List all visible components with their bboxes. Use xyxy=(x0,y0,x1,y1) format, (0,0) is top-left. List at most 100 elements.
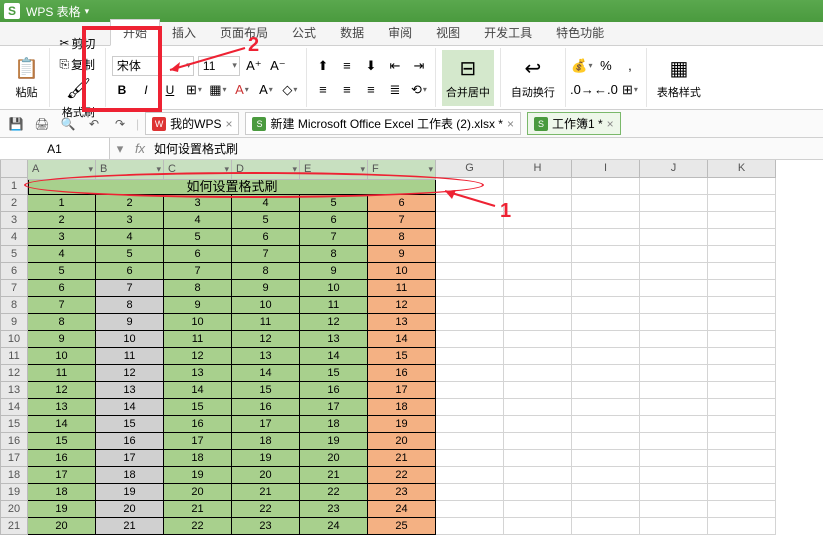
cell[interactable]: 12 xyxy=(232,331,300,348)
cell[interactable] xyxy=(708,229,776,246)
justify-button[interactable]: ≣ xyxy=(385,80,405,100)
cell[interactable] xyxy=(572,331,640,348)
cell[interactable]: 13 xyxy=(28,399,96,416)
cell[interactable] xyxy=(640,263,708,280)
document-tab-0[interactable]: W我的WPS× xyxy=(145,112,239,135)
cell[interactable] xyxy=(708,331,776,348)
cell[interactable]: 12 xyxy=(28,382,96,399)
cell[interactable]: 13 xyxy=(232,348,300,365)
cell[interactable]: 19 xyxy=(232,450,300,467)
cell[interactable]: 21 xyxy=(300,467,368,484)
cell[interactable] xyxy=(640,399,708,416)
font-color-button[interactable]: A xyxy=(232,80,252,100)
cell[interactable]: 22 xyxy=(300,484,368,501)
redo-button[interactable]: ↷ xyxy=(110,114,130,134)
row-header[interactable]: 4 xyxy=(0,229,28,246)
cell[interactable]: 6 xyxy=(368,195,436,212)
cell[interactable]: 13 xyxy=(96,382,164,399)
cell[interactable] xyxy=(572,467,640,484)
cell[interactable]: 18 xyxy=(232,433,300,450)
tab-0[interactable]: 开始 xyxy=(110,19,160,46)
cell[interactable] xyxy=(436,195,504,212)
cell[interactable] xyxy=(572,280,640,297)
cell[interactable]: 12 xyxy=(96,365,164,382)
cell[interactable]: 11 xyxy=(28,365,96,382)
cell[interactable]: 9 xyxy=(28,331,96,348)
cell[interactable]: 3 xyxy=(164,195,232,212)
cell[interactable]: 10 xyxy=(368,263,436,280)
cell[interactable] xyxy=(640,467,708,484)
cell[interactable]: 16 xyxy=(232,399,300,416)
cell[interactable]: 19 xyxy=(96,484,164,501)
close-icon[interactable]: × xyxy=(225,117,232,131)
cell[interactable]: 7 xyxy=(96,280,164,297)
underline-button[interactable]: U xyxy=(160,80,180,100)
cell[interactable]: 18 xyxy=(300,416,368,433)
cell[interactable]: 6 xyxy=(164,246,232,263)
tab-7[interactable]: 开发工具 xyxy=(472,20,544,45)
cell[interactable] xyxy=(436,416,504,433)
cell[interactable]: 15 xyxy=(96,416,164,433)
cell[interactable]: 8 xyxy=(28,314,96,331)
cell[interactable]: 11 xyxy=(232,314,300,331)
cell[interactable]: 15 xyxy=(232,382,300,399)
cell[interactable]: 9 xyxy=(232,280,300,297)
cell[interactable]: 23 xyxy=(300,501,368,518)
cell[interactable]: 10 xyxy=(96,331,164,348)
cell[interactable] xyxy=(572,178,640,195)
cell[interactable]: 25 xyxy=(368,518,436,535)
cell[interactable]: 18 xyxy=(368,399,436,416)
cell[interactable] xyxy=(640,297,708,314)
currency-button[interactable]: 💰 xyxy=(572,56,592,76)
orientation-button[interactable]: ⟲ xyxy=(409,80,429,100)
cell[interactable] xyxy=(504,331,572,348)
cell[interactable]: 9 xyxy=(164,297,232,314)
column-header[interactable]: J xyxy=(640,160,708,178)
increase-decimal-button[interactable]: .0→ xyxy=(572,80,592,100)
cell[interactable]: 7 xyxy=(300,229,368,246)
cell[interactable] xyxy=(572,450,640,467)
cell[interactable] xyxy=(504,382,572,399)
cell[interactable]: 4 xyxy=(96,229,164,246)
cell[interactable]: 5 xyxy=(164,229,232,246)
cell[interactable]: 16 xyxy=(164,416,232,433)
cell[interactable]: 12 xyxy=(300,314,368,331)
cell[interactable] xyxy=(708,416,776,433)
cell[interactable] xyxy=(708,348,776,365)
cell[interactable] xyxy=(504,484,572,501)
row-header[interactable]: 7 xyxy=(0,280,28,297)
select-all-cell[interactable] xyxy=(0,160,28,178)
cell[interactable]: 8 xyxy=(96,297,164,314)
cell[interactable]: 17 xyxy=(164,433,232,450)
cell[interactable]: 7 xyxy=(164,263,232,280)
cell[interactable] xyxy=(436,246,504,263)
cell[interactable] xyxy=(572,433,640,450)
cell[interactable]: 23 xyxy=(368,484,436,501)
tab-2[interactable]: 页面布局 xyxy=(208,20,280,45)
cell[interactable] xyxy=(572,348,640,365)
cell[interactable]: 20 xyxy=(96,501,164,518)
cell[interactable]: 13 xyxy=(164,365,232,382)
cut-button[interactable]: ✂剪切 xyxy=(56,34,98,53)
column-header[interactable]: C xyxy=(164,160,232,180)
cell[interactable]: 14 xyxy=(300,348,368,365)
cell[interactable]: 5 xyxy=(28,263,96,280)
cell[interactable]: 21 xyxy=(96,518,164,535)
cell[interactable]: 7 xyxy=(28,297,96,314)
cell[interactable] xyxy=(504,212,572,229)
cell[interactable]: 2 xyxy=(96,195,164,212)
titlebar-dropdown-icon[interactable]: ▾ xyxy=(85,6,90,17)
cell[interactable]: 19 xyxy=(368,416,436,433)
name-box-dropdown[interactable]: ▾ xyxy=(110,139,130,159)
cell[interactable] xyxy=(436,501,504,518)
cell[interactable]: 16 xyxy=(96,433,164,450)
cell[interactable] xyxy=(572,399,640,416)
cell[interactable]: 14 xyxy=(96,399,164,416)
clear-button[interactable]: ◇ xyxy=(280,80,300,100)
tab-3[interactable]: 公式 xyxy=(280,20,328,45)
cell[interactable]: 5 xyxy=(232,212,300,229)
cell[interactable] xyxy=(436,331,504,348)
cell[interactable] xyxy=(708,314,776,331)
cell[interactable]: 13 xyxy=(300,331,368,348)
cell[interactable] xyxy=(708,467,776,484)
